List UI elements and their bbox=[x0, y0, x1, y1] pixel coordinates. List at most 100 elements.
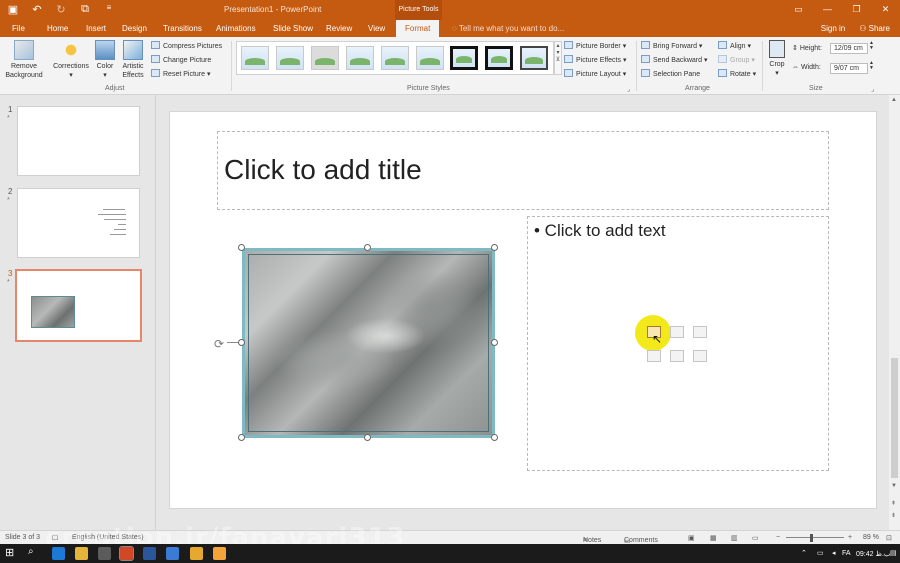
resize-handle[interactable] bbox=[238, 339, 245, 346]
taskbar-app-icon[interactable] bbox=[213, 547, 226, 560]
slide-sorter-icon[interactable]: ▦ bbox=[710, 534, 717, 542]
resize-handle[interactable] bbox=[491, 434, 498, 441]
picture-style-thumb[interactable] bbox=[485, 46, 513, 70]
crop-button[interactable]: Crop ▾ bbox=[766, 40, 788, 78]
resize-handle[interactable] bbox=[238, 434, 245, 441]
tab-insert[interactable]: Insert bbox=[86, 24, 106, 33]
picture-layout-button[interactable]: Picture Layout ▾ bbox=[564, 69, 626, 78]
bring-forward-button[interactable]: Bring Forward ▾ bbox=[641, 41, 702, 50]
scroll-down-icon[interactable]: ▼ bbox=[891, 483, 897, 489]
resize-handle[interactable] bbox=[364, 244, 371, 251]
slideshow-view-icon[interactable]: ▭ bbox=[752, 534, 759, 542]
tab-transitions[interactable]: Transitions bbox=[163, 24, 202, 33]
ribbon-display-icon[interactable]: ▭ bbox=[784, 0, 813, 20]
undo-icon[interactable]: ↶ bbox=[30, 3, 44, 16]
selected-picture[interactable] bbox=[242, 248, 495, 438]
change-picture-button[interactable]: Change Picture bbox=[151, 55, 211, 64]
zoom-slider-knob[interactable] bbox=[810, 534, 813, 542]
customize-icon[interactable]: ≡ bbox=[102, 3, 116, 16]
tab-file[interactable]: File bbox=[12, 24, 25, 33]
resize-handle[interactable] bbox=[364, 434, 371, 441]
picture-effects-button[interactable]: Picture Effects ▾ bbox=[564, 55, 626, 64]
close-icon[interactable]: ✕ bbox=[871, 0, 900, 20]
present-icon[interactable]: ⧉ bbox=[78, 3, 92, 16]
tab-format[interactable]: Format bbox=[396, 20, 440, 37]
tab-design[interactable]: Design bbox=[122, 24, 147, 33]
battery-icon[interactable]: ▭ bbox=[817, 549, 824, 557]
keyboard-language[interactable]: FA bbox=[842, 550, 851, 557]
rotate-handle-icon[interactable]: ⟳ bbox=[214, 337, 224, 351]
selection-pane-button[interactable]: Selection Pane bbox=[641, 69, 700, 78]
powerpoint-taskbar-icon[interactable] bbox=[119, 546, 134, 561]
insert-picture-icon[interactable] bbox=[647, 350, 661, 362]
width-spinner[interactable]: ▲ ▼ bbox=[869, 61, 874, 71]
insert-smartart-icon[interactable] bbox=[693, 326, 707, 338]
maximize-icon[interactable]: ❐ bbox=[842, 0, 871, 20]
notifications-icon[interactable]: ▤ bbox=[890, 549, 897, 557]
sign-in-link[interactable]: Sign in bbox=[821, 24, 845, 33]
height-field[interactable]: 12/09 cm bbox=[830, 43, 868, 54]
reset-picture-button[interactable]: Reset Picture ▾ bbox=[151, 69, 211, 78]
tab-slide-show[interactable]: Slide Show bbox=[273, 24, 313, 33]
zoom-slider[interactable] bbox=[786, 537, 844, 538]
dialog-launcher-icon[interactable]: ⌟ bbox=[871, 85, 874, 93]
picture-style-thumb[interactable] bbox=[241, 46, 269, 70]
slide-thumbnail-3[interactable] bbox=[15, 269, 142, 342]
taskbar-clock[interactable]: 09:42 ب.ظ bbox=[856, 550, 890, 558]
title-placeholder[interactable]: Click to add title bbox=[217, 131, 829, 210]
zoom-level[interactable]: 89 % bbox=[863, 534, 879, 541]
slide-thumbnail-2[interactable] bbox=[17, 188, 140, 258]
zoom-in-icon[interactable]: + bbox=[848, 534, 852, 541]
picture-style-thumb[interactable] bbox=[450, 46, 478, 70]
color-button[interactable]: Color ▾ bbox=[94, 40, 116, 80]
tab-view[interactable]: View bbox=[368, 24, 385, 33]
height-spinner[interactable]: ▲ ▼ bbox=[869, 41, 874, 51]
taskbar-app-icon[interactable] bbox=[166, 547, 179, 560]
picture-style-thumb[interactable] bbox=[311, 46, 339, 70]
save-icon[interactable]: ▣ bbox=[6, 3, 20, 16]
word-taskbar-icon[interactable] bbox=[143, 547, 156, 560]
insert-video-icon[interactable] bbox=[693, 350, 707, 362]
gallery-scroll[interactable]: ▴ ▾ ⊻ bbox=[554, 41, 562, 75]
reading-view-icon[interactable]: ▥ bbox=[731, 534, 738, 542]
insert-chart-icon[interactable] bbox=[670, 326, 684, 338]
next-slide-icon[interactable]: ⇟ bbox=[891, 512, 896, 519]
picture-border-button[interactable]: Picture Border ▾ bbox=[564, 41, 626, 50]
group-button[interactable]: Group ▾ bbox=[718, 55, 755, 64]
picture-style-thumb[interactable] bbox=[346, 46, 374, 70]
start-windows-icon[interactable]: ⊞ bbox=[5, 546, 18, 559]
dialog-launcher-icon[interactable]: ⌟ bbox=[627, 85, 630, 93]
corrections-button[interactable]: Corrections ▾ bbox=[51, 40, 91, 80]
tab-animations[interactable]: Animations bbox=[216, 24, 256, 33]
normal-view-icon[interactable]: ▣ bbox=[688, 534, 695, 542]
share-button[interactable]: ⚇ Share bbox=[859, 24, 890, 33]
resize-handle[interactable] bbox=[491, 339, 498, 346]
file-explorer-icon[interactable] bbox=[190, 547, 203, 560]
width-field[interactable]: 9/07 cm bbox=[830, 63, 868, 74]
rotate-button[interactable]: Rotate ▾ bbox=[718, 69, 756, 78]
align-button[interactable]: Align ▾ bbox=[718, 41, 751, 50]
previous-slide-icon[interactable]: ⇞ bbox=[891, 500, 896, 507]
store-icon[interactable] bbox=[98, 547, 111, 560]
volume-icon[interactable]: ◂ bbox=[832, 549, 836, 557]
artistic-effects-button[interactable]: Artistic Effects bbox=[118, 40, 148, 80]
content-placeholder[interactable]: • Click to add text bbox=[527, 216, 829, 471]
remove-background-button[interactable]: Remove Background bbox=[3, 40, 45, 80]
tab-home[interactable]: Home bbox=[47, 24, 68, 33]
redo-icon[interactable]: ↻ bbox=[54, 3, 68, 16]
send-backward-button[interactable]: Send Backward ▾ bbox=[641, 55, 708, 64]
edge-browser-icon[interactable] bbox=[52, 547, 65, 560]
tab-review[interactable]: Review bbox=[326, 24, 352, 33]
insert-online-picture-icon[interactable] bbox=[670, 350, 684, 362]
minimize-icon[interactable]: — bbox=[813, 0, 842, 20]
compress-pictures-button[interactable]: Compress Pictures bbox=[151, 41, 222, 50]
picture-style-thumb[interactable] bbox=[276, 46, 304, 70]
scroll-thumb[interactable] bbox=[891, 358, 898, 478]
picture-style-thumb[interactable] bbox=[381, 46, 409, 70]
tell-me-box[interactable]: ◌ Tell me what you want to do... bbox=[452, 24, 564, 33]
tray-chevron-icon[interactable]: ⌃ bbox=[801, 549, 807, 557]
fit-slide-icon[interactable]: ⊡ bbox=[886, 534, 892, 542]
scroll-up-icon[interactable]: ▲ bbox=[891, 97, 897, 103]
picture-style-thumb[interactable] bbox=[416, 46, 444, 70]
picture-style-thumb[interactable] bbox=[520, 46, 548, 70]
